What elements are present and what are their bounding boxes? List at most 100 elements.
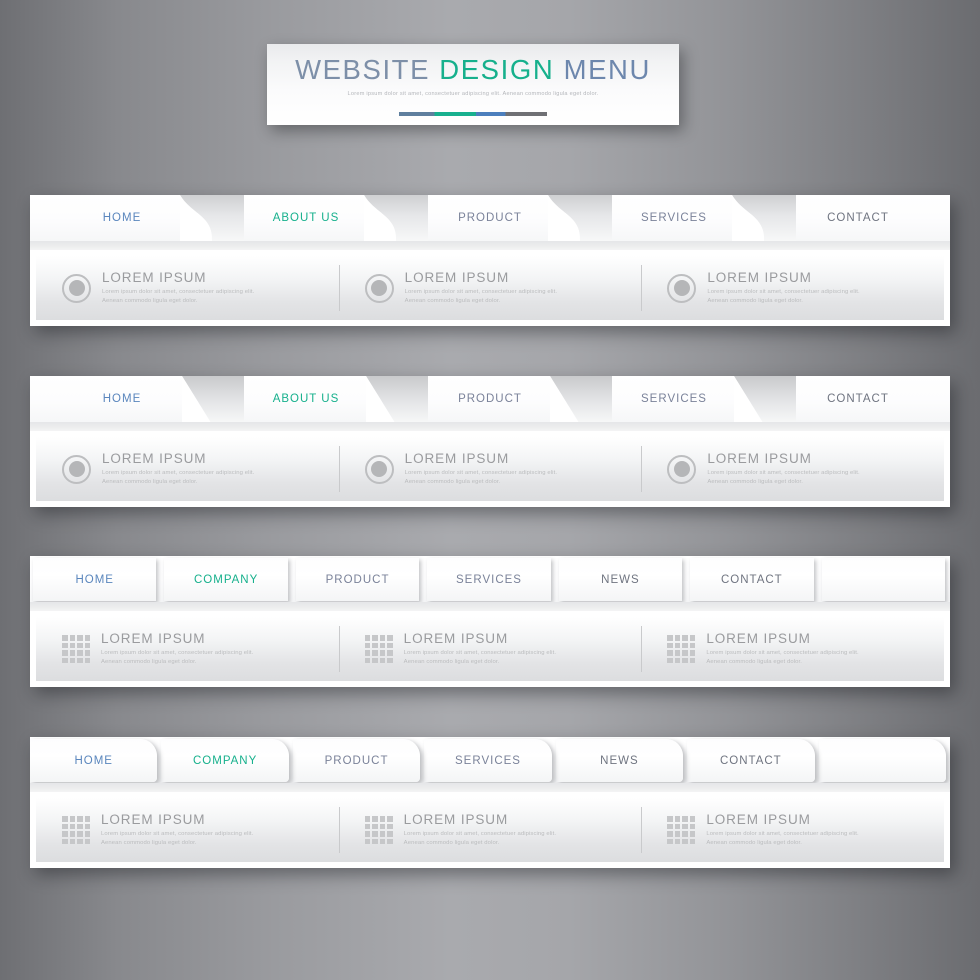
tab-contact[interactable]: CONTACT (784, 376, 932, 422)
tab-bar-bar-rect: HOME COMPANY PRODUCT SERVICES NEWS CONTACT (30, 556, 950, 602)
grid-icon-cell (674, 816, 681, 822)
tab-product[interactable]: PRODUCT (416, 376, 564, 422)
content-column-description-line1: Lorem ipsum dolor sit amet, consectetuer… (102, 470, 255, 477)
content-column-description: Lorem ipsum dolor sit amet, consectetuer… (404, 649, 556, 667)
tab-content-divider (30, 602, 950, 611)
grid-icon-cell (62, 823, 68, 829)
content-column[interactable]: LOREM IPSUM Lorem ipsum dolor sit amet, c… (641, 437, 944, 501)
grid-icon-cell (387, 823, 393, 829)
tab-contact[interactable]: CONTACT (690, 558, 814, 601)
content-column-title: LOREM IPSUM (707, 269, 812, 285)
menu-block-bar-rounded: HOME COMPANY PRODUCT SERVICES NEWS CONTACT LOR… (30, 737, 950, 868)
content-frame-bar-rect: LOREM IPSUM Lorem ipsum dolor sit amet, c… (30, 611, 950, 687)
tab-news[interactable]: NEWS (555, 739, 684, 782)
grid-icon-cell (689, 831, 696, 837)
content-column-text: LOREM IPSUM Lorem ipsum dolor sit amet, c… (102, 270, 254, 306)
grid-icon-cell (682, 642, 688, 648)
grid-icon-cell (69, 650, 75, 656)
tab-services[interactable]: SERVICES (600, 376, 748, 422)
content-column-description: Lorem ipsum dolor sit amet, consectetuer… (404, 830, 556, 848)
grid-icon-cell (69, 823, 75, 829)
tab-services[interactable]: SERVICES (600, 195, 748, 241)
tab-about-us[interactable]: ABOUT US (232, 195, 380, 241)
content-column[interactable]: LOREM IPSUM Lorem ipsum dolor sit amet, c… (338, 617, 642, 681)
content-column[interactable]: LOREM IPSUM Lorem ipsum dolor sit amet, c… (36, 437, 339, 501)
grid-icon-cell (372, 650, 378, 656)
tab-company[interactable]: COMPANY (164, 558, 288, 601)
tab-product[interactable]: PRODUCT (292, 739, 421, 782)
grid-icon-cell (682, 635, 688, 641)
grid-icon-cell (379, 823, 386, 829)
circle-icon (364, 454, 394, 484)
page-title-word-website: WEBSITE (295, 54, 440, 85)
content-panel-bar-curved: LOREM IPSUM Lorem ipsum dolor sit amet, c… (36, 256, 944, 320)
content-column-title: LOREM IPSUM (706, 811, 811, 827)
grid-icon-cell (667, 642, 673, 648)
grid-icon-cell (364, 650, 371, 656)
grid-icon-cell (387, 816, 393, 822)
content-column-text: LOREM IPSUM Lorem ipsum dolor sit amet, c… (706, 812, 858, 848)
content-column-description-line1: Lorem ipsum dolor sit amet, consectetuer… (102, 289, 255, 296)
tab-home[interactable]: HOME (33, 558, 157, 601)
tab-product[interactable]: PRODUCT (416, 195, 564, 241)
grid-icon-cell (674, 831, 681, 837)
content-frame-bar-curved: LOREM IPSUM Lorem ipsum dolor sit amet, c… (30, 250, 950, 326)
tab-empty-slot (821, 558, 945, 601)
header-title-plate: WEBSITE DESIGN MENU Lorem ipsum dolor si… (267, 44, 679, 125)
content-column-description: Lorem ipsum dolor sit amet, consectetuer… (405, 469, 557, 487)
tab-contact[interactable]: CONTACT (687, 739, 815, 782)
content-column-description-line1: Lorem ipsum dolor sit amet, consectetuer… (706, 831, 859, 838)
content-column[interactable]: LOREM IPSUM Lorem ipsum dolor sit amet, c… (36, 256, 339, 320)
content-column-description-line2: Aenean commodo ligula eget dolor. (101, 659, 197, 666)
content-column-description-line1: Lorem ipsum dolor sit amet, consectetuer… (707, 289, 860, 296)
tab-home[interactable]: HOME (48, 376, 196, 422)
grid-icon-cell (674, 650, 681, 656)
content-column[interactable]: LOREM IPSUM Lorem ipsum dolor sit amet, c… (641, 256, 944, 320)
content-column[interactable]: LOREM IPSUM Lorem ipsum dolor sit amet, c… (641, 617, 944, 681)
tab-home[interactable]: HOME (30, 739, 158, 782)
content-panel-bar-rect: LOREM IPSUM Lorem ipsum dolor sit amet, c… (36, 617, 944, 681)
content-column-description-line1: Lorem ipsum dolor sit amet, consectetuer… (707, 470, 860, 477)
content-column[interactable]: LOREM IPSUM Lorem ipsum dolor sit amet, c… (338, 256, 642, 320)
content-column-description: Lorem ipsum dolor sit amet, consectetuer… (706, 830, 858, 848)
circle-icon (62, 454, 91, 484)
tab-company[interactable]: COMPANY (161, 739, 289, 782)
grid-icon (364, 816, 393, 844)
tab-bar-bar-diagonal: HOME ABOUT US PRODUCT SERVICES CONTACT (30, 376, 950, 422)
content-column-description: Lorem ipsum dolor sit amet, consectetuer… (102, 288, 254, 306)
content-column-title: LOREM IPSUM (403, 630, 509, 646)
tab-about-us[interactable]: ABOUT US (232, 376, 380, 422)
content-column-description-line2: Aenean commodo ligula eget dolor. (706, 659, 802, 666)
grid-icon-cell (387, 838, 393, 844)
content-column-text: LOREM IPSUM Lorem ipsum dolor sit amet, c… (405, 451, 557, 487)
grid-icon (364, 635, 393, 663)
grid-icon-cell (682, 816, 688, 822)
content-column[interactable]: LOREM IPSUM Lorem ipsum dolor sit amet, c… (338, 798, 642, 862)
content-column-title: LOREM IPSUM (403, 811, 509, 827)
content-column[interactable]: LOREM IPSUM Lorem ipsum dolor sit amet, c… (36, 798, 339, 862)
content-column-description-line2: Aenean commodo ligula eget dolor. (102, 479, 198, 486)
grid-icon-cell (84, 831, 90, 837)
grid-icon-cell (689, 838, 696, 844)
tab-contact[interactable]: CONTACT (784, 195, 932, 241)
grid-icon-cell (69, 838, 75, 844)
tab-product[interactable]: PRODUCT (295, 558, 420, 601)
content-column[interactable]: LOREM IPSUM Lorem ipsum dolor sit amet, c… (338, 437, 642, 501)
grid-icon-cell (62, 657, 68, 663)
tab-services[interactable]: SERVICES (427, 558, 551, 601)
content-panel-bar-rounded: LOREM IPSUM Lorem ipsum dolor sit amet, c… (36, 798, 944, 862)
content-column[interactable]: LOREM IPSUM Lorem ipsum dolor sit amet, c… (36, 617, 339, 681)
content-column[interactable]: LOREM IPSUM Lorem ipsum dolor sit amet, c… (641, 798, 944, 862)
grid-icon-cell (689, 823, 696, 829)
content-column-description: Lorem ipsum dolor sit amet, consectetuer… (405, 288, 557, 306)
tab-news[interactable]: NEWS (558, 558, 683, 601)
grid-icon-cell (379, 635, 386, 641)
grid-icon-cell (62, 816, 68, 822)
grid-icon-cell (364, 642, 371, 648)
menu-block-bar-rect: HOME COMPANY PRODUCT SERVICES NEWS CONTACT LOR… (30, 556, 950, 687)
content-column-title: LOREM IPSUM (706, 630, 811, 646)
grid-icon-cell (69, 635, 75, 641)
grid-icon-cell (682, 831, 688, 837)
tab-home[interactable]: HOME (48, 195, 196, 241)
tab-services[interactable]: SERVICES (424, 739, 552, 782)
